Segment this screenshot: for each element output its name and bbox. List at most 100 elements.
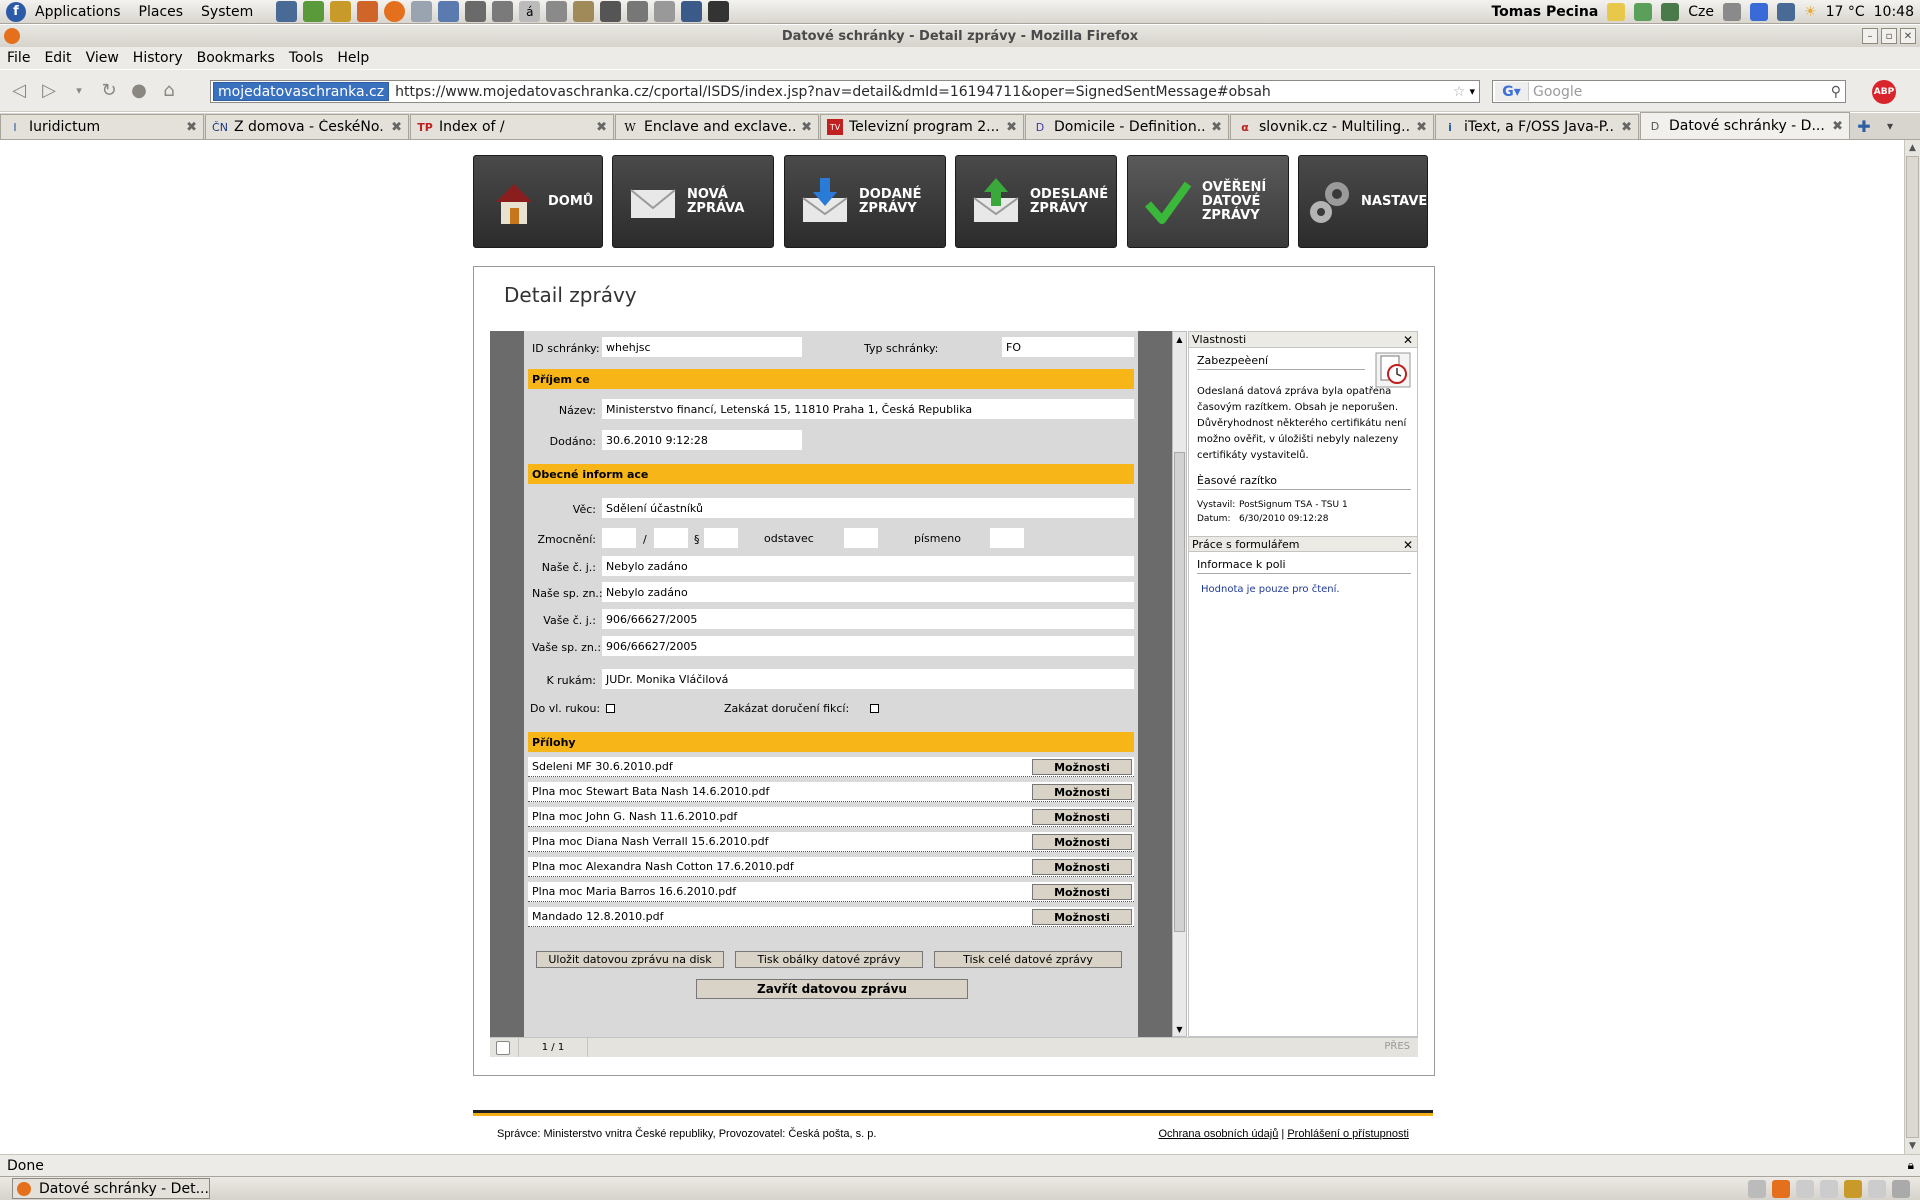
privacy-link[interactable]: Ochrana osobních údajů (1158, 1128, 1278, 1140)
tab-itext[interactable]: i iText, a F/OSS Java-P... ✖ (1435, 114, 1639, 139)
zmocneni-field-3[interactable] (704, 528, 738, 548)
fedora-logo-icon[interactable]: f (6, 1, 26, 22)
zmocneni-field-1[interactable] (602, 528, 636, 548)
workspace-icon[interactable] (1868, 1179, 1886, 1198)
charmap-launcher-icon[interactable]: á (519, 1, 541, 22)
menu-help[interactable]: Help (330, 50, 376, 66)
attachment-name[interactable]: Sdeleni MF 30.6.2010.pdf (532, 760, 673, 773)
tab-wikipedia[interactable]: W Enclave and exclave... ✖ (615, 114, 819, 139)
search-engine-icon[interactable]: G▾ (1495, 82, 1529, 101)
close-message-button[interactable]: Zavřít datovou zprávu (696, 979, 968, 999)
spreadsheet-launcher-icon[interactable] (303, 1, 325, 22)
settings-launcher-icon[interactable] (465, 1, 487, 22)
close-tab-icon[interactable]: ✖ (596, 120, 607, 135)
nav-home-button[interactable]: DOMŮ (473, 155, 603, 248)
gimp-launcher-icon[interactable] (600, 1, 622, 22)
page-scroll-up-icon[interactable]: ▲ (1905, 140, 1920, 156)
menu-history[interactable]: History (126, 50, 190, 66)
user-name[interactable]: Tomas Pecina (1491, 4, 1598, 20)
site-identity[interactable]: mojedatovaschranka.cz (213, 82, 390, 101)
search-input[interactable]: Google (1533, 84, 1582, 100)
tab-tv-program[interactable]: TV Televizní program 2... ✖ (820, 114, 1024, 139)
close-tab-icon[interactable]: ✖ (1416, 120, 1427, 135)
workspace-icon[interactable] (1748, 1179, 1766, 1198)
vase-cj-field[interactable]: 906/66627/2005 (602, 609, 1134, 629)
adblock-icon[interactable]: ABP (1872, 80, 1896, 104)
attachment-name[interactable]: Plna moc John G. Nash 11.6.2010.pdf (532, 810, 737, 823)
history-dropdown-icon[interactable]: ▾ (64, 76, 94, 106)
attachment-options-button[interactable]: Možnosti (1032, 909, 1132, 925)
close-tab-icon[interactable]: ✖ (801, 120, 812, 135)
update-icon[interactable] (1661, 2, 1680, 21)
search-box[interactable]: G▾ Google ⚲ (1492, 80, 1846, 103)
volume-icon[interactable] (1723, 2, 1742, 21)
scroll-down-icon[interactable]: ▼ (1173, 1022, 1186, 1036)
stop-icon[interactable]: ● (124, 76, 154, 106)
search-icon[interactable]: ⚲ (1831, 84, 1845, 100)
back-icon[interactable]: ◁ (4, 76, 34, 106)
pdf-scroll-thumb[interactable] (1174, 452, 1185, 932)
network-launcher-icon[interactable] (411, 1, 433, 22)
krukam-field[interactable]: JUDr. Monika Vláčilová (602, 669, 1134, 689)
attachment-options-button[interactable]: Možnosti (1032, 784, 1132, 800)
nase-cj-field[interactable]: Nebylo zadáno (602, 556, 1134, 576)
workspace-icon[interactable] (1844, 1179, 1862, 1198)
attachment-options-button[interactable]: Možnosti (1032, 809, 1132, 825)
close-tab-icon[interactable]: ✖ (391, 120, 402, 135)
notes-icon[interactable] (1607, 2, 1626, 21)
tab-ceskenoviny[interactable]: ČN Z domova - ČeskéNo... ✖ (205, 114, 409, 139)
nav-new-message-button[interactable]: NOVÁ ZPRÁVA (612, 155, 774, 248)
reload-icon[interactable]: ↻ (94, 76, 124, 106)
url-text[interactable]: https://www.mojedatovaschranka.cz/cporta… (395, 84, 1271, 100)
nav-delivered-button[interactable]: DODANÉ ZPRÁVY (784, 155, 946, 248)
chat-status-icon[interactable] (1634, 2, 1653, 21)
page-scrollbar[interactable]: ▲ ▼ (1904, 140, 1920, 1154)
virtualbox-launcher-icon[interactable] (438, 1, 460, 22)
system-menu[interactable]: System (192, 4, 262, 20)
screenshot-launcher-icon[interactable] (546, 1, 568, 22)
accessibility-link[interactable]: Prohlášení o přístupnosti (1287, 1128, 1409, 1140)
menu-tools[interactable]: Tools (282, 50, 331, 66)
bookmark-star-icon[interactable]: ☆ (1453, 84, 1470, 100)
attachment-options-button[interactable]: Možnosti (1032, 759, 1132, 775)
pismeno-field[interactable] (990, 528, 1024, 548)
home-icon[interactable]: ⌂ (154, 76, 184, 106)
close-tab-icon[interactable]: ✖ (1006, 120, 1017, 135)
attachment-options-button[interactable]: Možnosti (1032, 834, 1132, 850)
minimize-button[interactable]: – (1862, 28, 1878, 44)
nav-sent-button[interactable]: ODESLANÉ ZPRÁVY (955, 155, 1117, 248)
weather-temp[interactable]: 17 °C (1826, 4, 1865, 20)
dovl-rukou-checkbox[interactable] (606, 704, 615, 713)
tab-list-icon[interactable]: ▾ (1877, 119, 1903, 133)
menu-edit[interactable]: Edit (37, 50, 78, 66)
maximize-button[interactable]: ▫ (1881, 28, 1897, 44)
attachment-name[interactable]: Plna moc Alexandra Nash Cotton 17.6.2010… (532, 860, 794, 873)
calculator-launcher-icon[interactable] (492, 1, 514, 22)
tab-domicile[interactable]: D Domicile - Definition... ✖ (1025, 114, 1229, 139)
url-bar[interactable]: mojedatovaschranka.cz https://www.mojeda… (210, 80, 1480, 103)
pdf-page-icon[interactable] (496, 1041, 510, 1055)
clock[interactable]: 10:48 (1874, 4, 1914, 20)
menu-bookmarks[interactable]: Bookmarks (190, 50, 282, 66)
workspace-icon[interactable] (1820, 1179, 1838, 1198)
close-properties-icon[interactable]: ✕ (1403, 333, 1413, 347)
close-window-button[interactable]: ✕ (1900, 28, 1916, 44)
id-field[interactable]: whehjsc (602, 337, 802, 357)
firefox-launcher-icon[interactable] (384, 1, 406, 22)
tab-iuridictum[interactable]: I Iuridictum ✖ (0, 114, 204, 139)
attachment-name[interactable]: Plna moc Stewart Bata Nash 14.6.2010.pdf (532, 785, 769, 798)
nazev-field[interactable]: Ministerstvo financí, Letenská 15, 11810… (602, 399, 1134, 419)
dodano-field[interactable]: 30.6.2010 9:12:28 (602, 430, 802, 450)
scroll-up-icon[interactable]: ▲ (1173, 332, 1186, 346)
menu-view[interactable]: View (79, 50, 126, 66)
zakazat-checkbox[interactable] (870, 704, 879, 713)
zmocneni-field-2[interactable] (654, 528, 688, 548)
print-envelope-button[interactable]: Tisk obálky datové zprávy (735, 951, 923, 968)
forward-icon[interactable]: ▷ (34, 76, 64, 106)
odstavec-field[interactable] (844, 528, 878, 548)
menu-file[interactable]: File (0, 50, 37, 66)
page-scroll-thumb[interactable] (1906, 156, 1919, 1138)
editor-launcher-icon[interactable] (573, 1, 595, 22)
bluetooth-icon[interactable] (1750, 2, 1769, 21)
document-launcher-icon[interactable] (330, 1, 352, 22)
